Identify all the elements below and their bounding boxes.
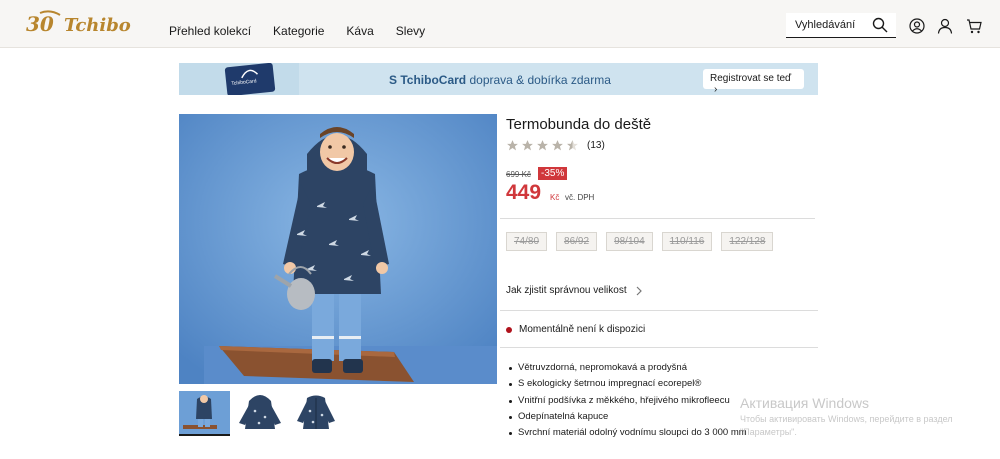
windows-activation-title: Активация Windows	[740, 395, 870, 411]
vat-note: vč. DPH	[565, 193, 595, 202]
feature-list: Větruvzdorná, nepromokavá a prodyšná S e…	[509, 360, 747, 441]
size-guide-link[interactable]: Jak zjistit správnou velikost	[506, 285, 643, 296]
thumbnail-3[interactable]	[291, 391, 342, 436]
cart-icon[interactable]	[966, 18, 982, 34]
tchibocard-image: TchiboCard	[224, 63, 276, 95]
card-logo-icon	[241, 69, 259, 79]
availability-status: Momentálně není k dispozici	[506, 324, 645, 335]
search-placeholder: Vyhledávání	[795, 19, 856, 31]
banner-message: S TchiboCard doprava & dobírka zdarma	[389, 73, 611, 87]
thumbnail-2-image	[235, 391, 286, 434]
main-nav: Přehled kolekcí Kategorie Káva Slevy	[169, 24, 447, 38]
size-option[interactable]: 86/92	[556, 232, 598, 251]
rating-count[interactable]: (13)	[587, 140, 605, 151]
availability-dot	[506, 326, 512, 333]
list-item: Odepínatelná kapuce	[509, 409, 747, 425]
tchibocard-banner[interactable]: TchiboCard S TchiboCard doprava & dobírk…	[179, 63, 818, 95]
divider	[500, 347, 818, 348]
windows-activation-line2: "Параметры".	[740, 427, 797, 437]
search-input[interactable]: Vyhledávání	[786, 13, 896, 38]
windows-activation-line1: Чтобы активировать Windows, перейдите в …	[740, 414, 953, 424]
thumbnail-strip	[179, 391, 347, 436]
chevron-right-icon: ›	[714, 84, 718, 95]
windows-activation-text: Чтобы активировать Windows, перейдите в …	[740, 413, 980, 439]
thumbnail-1-image	[179, 391, 230, 434]
thumbnail-3-image	[291, 391, 342, 434]
svg-text:Tchibo: Tchibo	[64, 15, 131, 36]
thumbnail-1[interactable]	[179, 391, 230, 436]
product-photo	[179, 114, 497, 384]
size-option[interactable]: 98/104	[606, 232, 653, 251]
list-item: Vnitřní podšívka z měkkého, hřejivého mi…	[509, 393, 747, 409]
list-item: S ekologicky šetrnou impregnací ecorepel…	[509, 376, 747, 392]
star-full-icon	[537, 140, 548, 151]
size-selector: 74/80 86/92 98/104 110/116 122/128	[506, 232, 782, 251]
register-button[interactable]: Registrovat se teď ›	[703, 69, 804, 95]
star-half-icon	[567, 140, 578, 151]
site-header: 30 Tchibo Přehled kolekcí Kategorie Káva…	[0, 0, 1000, 48]
product-title: Termobunda do deště	[506, 116, 652, 133]
svg-text:30: 30	[26, 12, 54, 36]
product-main-image[interactable]	[179, 114, 497, 384]
user-icon[interactable]	[937, 18, 953, 34]
account-circle-icon[interactable]	[909, 18, 925, 34]
nav-coffee[interactable]: Káva	[346, 24, 373, 38]
divider	[500, 310, 818, 311]
nav-collections[interactable]: Přehled kolekcí	[169, 24, 251, 38]
nav-categories[interactable]: Kategorie	[273, 24, 324, 38]
register-label: Registrovat se teď	[710, 73, 792, 84]
banner-text: doprava & dobírka zdarma	[469, 73, 611, 87]
size-guide-label: Jak zjistit správnou velikost	[506, 285, 627, 296]
old-price: 699 Kč	[506, 170, 531, 179]
availability-text: Momentálně není k dispozici	[519, 324, 646, 335]
thumbnail-2[interactable]	[235, 391, 286, 436]
star-full-icon	[507, 140, 518, 151]
discount-badge: -35%	[538, 167, 568, 180]
price-currency: Kč	[550, 193, 560, 202]
card-label: TchiboCard	[231, 78, 257, 87]
tchibo-logo[interactable]: 30 Tchibo	[26, 9, 138, 39]
size-option[interactable]: 74/80	[506, 232, 548, 251]
banner-brand: S TchiboCard	[389, 73, 467, 87]
nav-sale[interactable]: Slevy	[396, 24, 425, 38]
search-icon[interactable]	[872, 17, 888, 33]
divider	[500, 218, 815, 219]
list-item: Větruvzdorná, nepromokavá a prodyšná	[509, 360, 747, 376]
size-option[interactable]: 110/116	[661, 232, 713, 251]
rating-stars[interactable]: (13)	[506, 139, 605, 152]
star-full-icon	[552, 140, 563, 151]
chevron-right-icon	[636, 286, 642, 295]
star-full-icon	[522, 140, 533, 151]
size-option[interactable]: 122/128	[721, 232, 774, 251]
list-item: Svrchní materiál odolný vodnímu sloupci …	[509, 425, 747, 441]
current-price: 449	[506, 181, 542, 204]
